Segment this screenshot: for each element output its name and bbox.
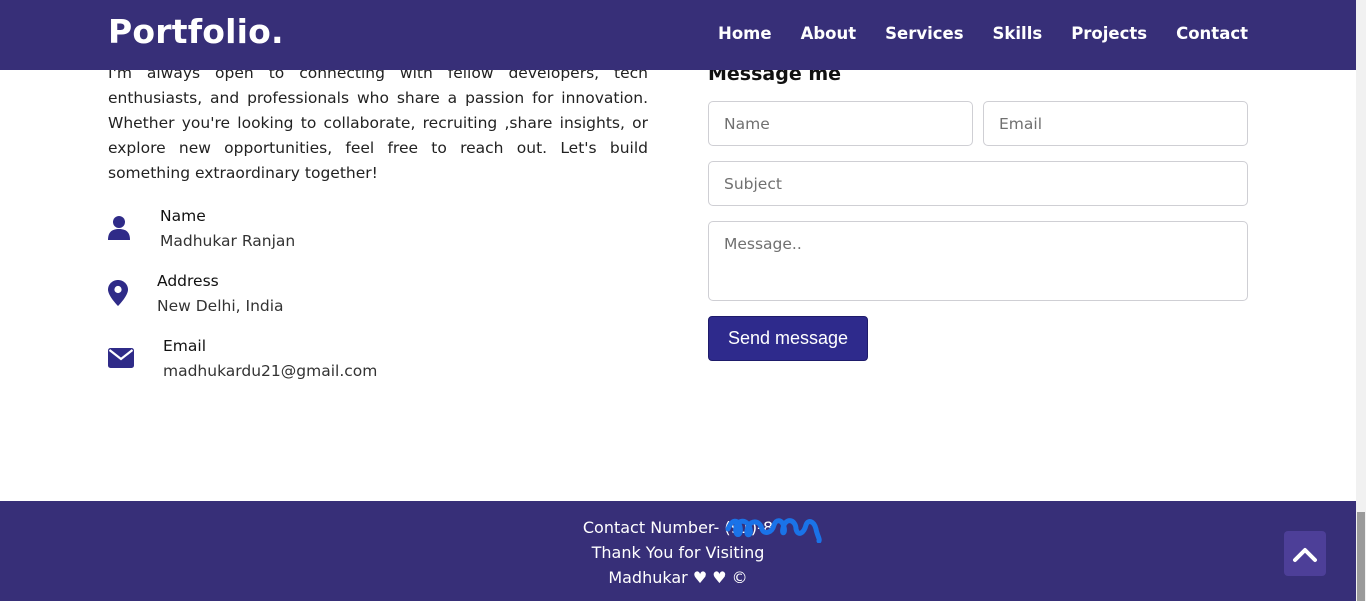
contact-address-value: New Delhi, India (157, 297, 284, 315)
footer: Contact Number- (91)-8 Thank You for Vis… (0, 501, 1356, 601)
footer-credit: Madhukar ♥ ♥ © (608, 568, 748, 587)
contact-name-label: Name (160, 207, 206, 225)
contact-address-label: Address (157, 272, 219, 290)
nav-menu: Home About Services Skills Projects Cont… (718, 24, 1248, 43)
navbar: Portfolio. Home About Services Skills Pr… (0, 0, 1356, 70)
send-message-button[interactable]: Send message (708, 316, 868, 361)
page-scrollbar[interactable] (1356, 0, 1366, 601)
user-icon (108, 216, 130, 240)
contact-info-name: Name Madhukar Ranjan (108, 207, 428, 261)
nav-link-services[interactable]: Services (885, 24, 963, 43)
nav-link-skills[interactable]: Skills (993, 24, 1043, 43)
nav-link-home[interactable]: Home (718, 24, 772, 43)
redaction-scribble (725, 518, 822, 543)
nav-link-contact[interactable]: Contact (1176, 24, 1248, 43)
contact-info-address: Address New Delhi, India (108, 272, 428, 326)
message-textarea[interactable] (708, 221, 1248, 301)
nav-link-about[interactable]: About (801, 24, 857, 43)
contact-email-value[interactable]: madhukardu21@gmail.com (163, 362, 377, 380)
site-logo[interactable]: Portfolio. (108, 12, 284, 51)
chevron-up-icon (1293, 547, 1317, 562)
email-input[interactable] (983, 101, 1248, 146)
contact-name-value: Madhukar Ranjan (160, 232, 296, 250)
map-marker-icon (108, 280, 128, 306)
scrollbar-thumb[interactable] (1357, 512, 1365, 601)
footer-contact-number: Contact Number- (91)-8 (582, 518, 774, 537)
back-to-top-button[interactable] (1284, 531, 1326, 576)
nav-link-projects[interactable]: Projects (1071, 24, 1147, 43)
subject-input[interactable] (708, 161, 1248, 206)
contact-intro-text: I'm always open to connecting with fello… (108, 64, 648, 182)
envelope-icon (108, 348, 134, 368)
name-input[interactable] (708, 101, 973, 146)
footer-thanks-text: Thank You for Visiting (591, 543, 765, 562)
contact-info-email: Email madhukardu21@gmail.com (108, 337, 428, 391)
contact-email-label: Email (163, 337, 207, 355)
